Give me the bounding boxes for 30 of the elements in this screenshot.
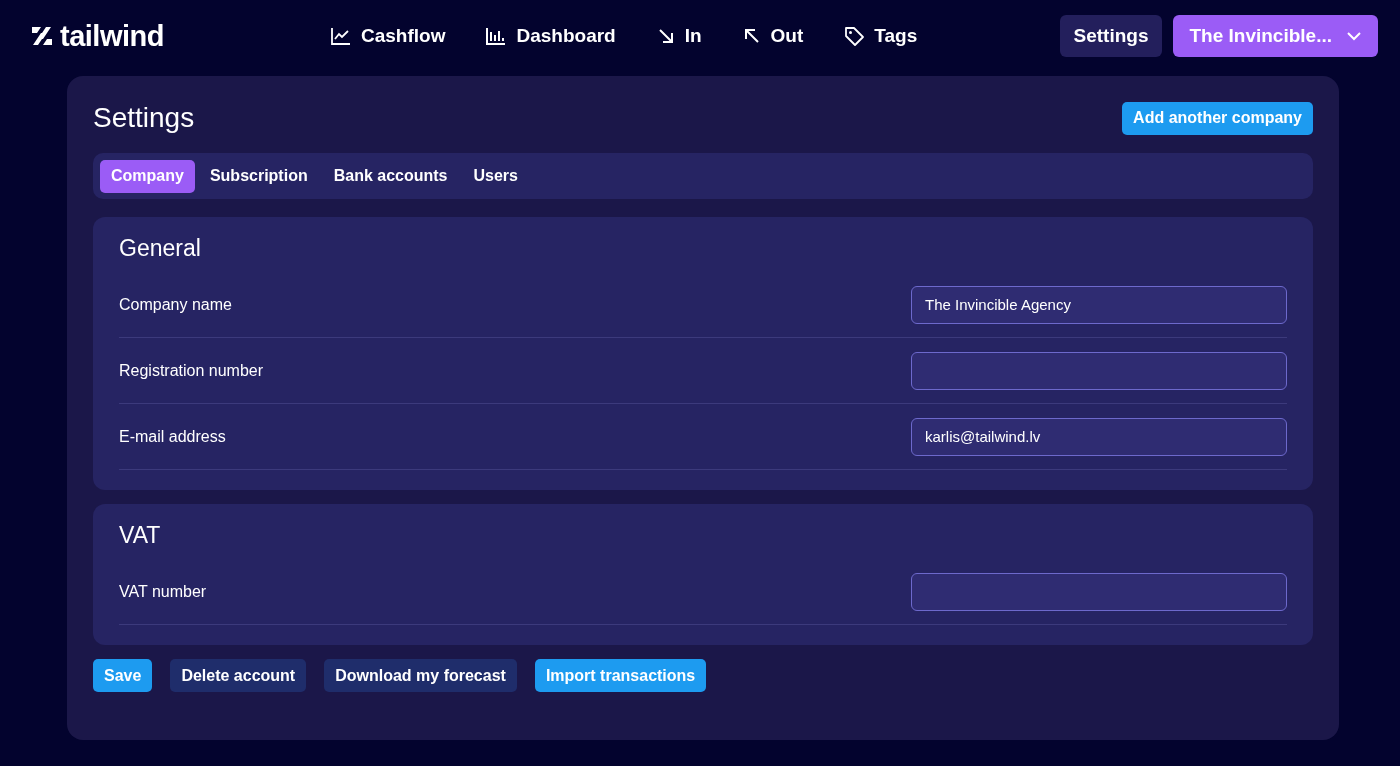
tab[interactable]: Users (462, 159, 529, 193)
tag-icon (843, 25, 866, 47)
action-button[interactable]: Download my forecast (324, 659, 517, 692)
nav-link[interactable]: In (655, 25, 702, 47)
input-field[interactable]: karlis@tailwind.lv (911, 417, 1287, 456)
nav-link[interactable]: Out (741, 25, 804, 47)
nav-link[interactable]: Cashflow (330, 25, 446, 47)
section-title: VAT (119, 522, 162, 549)
input-field[interactable] (911, 572, 1287, 611)
action-button[interactable]: Delete account (170, 659, 307, 692)
tab[interactable]: Company (100, 159, 195, 193)
logo-text: tailwind (60, 19, 164, 53)
line-chart-icon (330, 26, 352, 46)
field-label: VAT number (119, 582, 207, 601)
company-dropdown[interactable]: The Invincible... (1173, 15, 1378, 57)
field-label: Company name (119, 295, 232, 314)
nav-link[interactable]: Tags (843, 25, 918, 47)
nav-link[interactable]: Dashboard (485, 25, 616, 47)
tab[interactable]: Bank accounts (322, 159, 459, 193)
tab[interactable]: Subscription (198, 159, 319, 193)
page-title: Settings (93, 102, 195, 134)
chevron-down-icon (1346, 31, 1362, 41)
input-field[interactable]: The Invincible Agency (911, 285, 1287, 324)
logo-icon (30, 24, 54, 48)
input-field[interactable] (911, 351, 1287, 390)
bar-chart-icon (485, 26, 508, 46)
settings-button[interactable]: Settings (1059, 15, 1163, 57)
field-label: E-mail address (119, 427, 226, 446)
section-title: General (119, 235, 202, 262)
field-label: Registration number (119, 361, 264, 380)
